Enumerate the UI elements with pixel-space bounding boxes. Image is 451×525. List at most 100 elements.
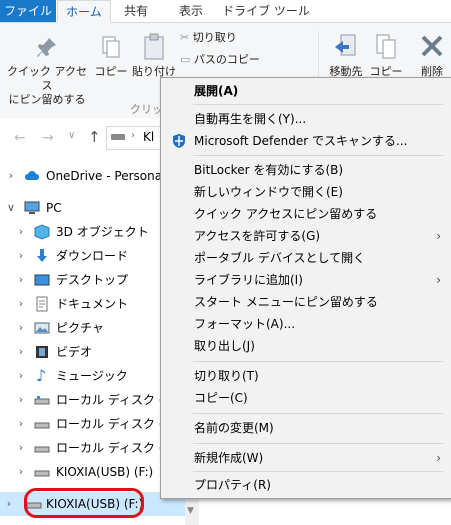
context-menu: 展開(A) 自動再生を開く(Y)... Microsoft Defender で… (160, 77, 451, 499)
menu-item-give-access[interactable]: アクセスを許可する(G) › (161, 225, 451, 247)
tab-home[interactable]: ホーム (57, 0, 111, 24)
submenu-arrow-icon: › (436, 273, 441, 287)
nav-item-videos[interactable]: › ビデオ (0, 340, 185, 364)
drive-icon (34, 446, 50, 453)
nav-item-kioxia-usb[interactable]: › KIOXIA(USB) (F:) (0, 460, 185, 484)
expand-chevron-icon[interactable]: › (16, 220, 26, 244)
expand-chevron-icon[interactable]: › (16, 268, 26, 292)
expand-chevron-icon[interactable]: › (6, 164, 16, 188)
menu-item-label: コピー(C) (194, 391, 248, 405)
nav-item-pictures[interactable]: › ピクチャ (0, 316, 185, 340)
tab-file[interactable]: ファイル (0, 0, 56, 22)
menu-item-bitlocker[interactable]: BitLocker を有効にする(B) (161, 159, 451, 181)
nav-item-onedrive[interactable]: › OneDrive - Personal (0, 164, 185, 188)
ribbon-tab-bar: ファイル ホーム 共有 表示 ドライブ ツール (0, 0, 451, 24)
menu-item-pin-start[interactable]: スタート メニューにピン留めする (161, 291, 451, 313)
nav-item-3d-objects[interactable]: › 3D オブジェクト (0, 220, 185, 244)
menu-item-format[interactable]: フォーマット(A)... (161, 313, 451, 335)
menu-item-defender-scan[interactable]: Microsoft Defender でスキャンする... (161, 130, 451, 152)
menu-item-properties[interactable]: プロパティ(R) (161, 474, 451, 496)
nav-item-local-disk-e[interactable]: › ローカル ディスク (E:) (0, 436, 185, 460)
pin-quick-access-button[interactable]: クイック アクセス にピン留めする (4, 35, 90, 107)
menu-item-rename[interactable]: 名前の変更(M) (161, 417, 451, 439)
download-icon (37, 249, 47, 262)
nav-label: ビデオ (56, 345, 93, 359)
nav-item-local-disk-d[interactable]: › ローカル ディスク (D:) (0, 412, 185, 436)
expand-chevron-icon[interactable]: › (16, 388, 26, 412)
menu-item-open-new-window[interactable]: 新しいウィンドウで開く(E) (161, 181, 451, 203)
menu-item-label: BitLocker を有効にする(B) (194, 163, 344, 177)
clipboard-icon (144, 33, 164, 60)
menu-item-label: 展開(A) (194, 84, 239, 98)
move-to-button[interactable]: 移動先 (326, 33, 366, 79)
videos-icon (36, 346, 48, 358)
pin-icon (37, 38, 56, 57)
nav-label: PC (46, 201, 62, 215)
delete-button[interactable]: 削除 (414, 33, 450, 79)
nav-item-music[interactable]: › ♪ ミュージック (0, 364, 185, 388)
pc-icon (24, 201, 40, 214)
menu-item-label: 名前の変更(M) (194, 421, 274, 435)
nav-item-documents[interactable]: › ドキュメント (0, 292, 185, 316)
menu-separator (193, 443, 443, 444)
menu-item-label: アクセスを許可する(G) (194, 229, 321, 243)
nav-label: ピクチャ (56, 321, 104, 335)
nav-item-pc[interactable]: ∨ PC (0, 196, 185, 220)
menu-item-autoplay[interactable]: 自動再生を開く(Y)... (161, 108, 451, 130)
menu-item-cut[interactable]: 切り取り(T) (161, 365, 451, 387)
nav-label: デスクトップ (56, 273, 129, 287)
nav-item-local-disk-c[interactable]: › ローカル ディスク (C:) (0, 388, 185, 412)
menu-item-pin-quick-access[interactable]: クイック アクセスにピン留めする (161, 203, 451, 225)
desktop-icon (34, 274, 50, 286)
delete-x-icon (421, 35, 443, 57)
nav-item-desktop[interactable]: › デスクトップ (0, 268, 185, 292)
expand-chevron-icon[interactable]: › (16, 340, 26, 364)
expand-chevron-icon[interactable]: › (16, 436, 26, 460)
breadcrumb-current[interactable]: Kl (143, 130, 154, 144)
cut-button[interactable]: ✂ 切り取り (180, 31, 237, 45)
menu-item-add-library[interactable]: ライブラリに追加(I) › (161, 269, 451, 291)
menu-item-label: フォーマット(A)... (194, 317, 296, 331)
submenu-arrow-icon: › (436, 451, 441, 465)
expand-chevron-icon[interactable]: › (16, 292, 26, 316)
menu-item-label: ライブラリに追加(I) (194, 273, 303, 287)
menu-separator (193, 104, 443, 105)
scroll-down-icon[interactable]: ▼ (187, 506, 194, 516)
menu-item-copy[interactable]: コピー(C) (161, 387, 451, 409)
pin-label-1: クイック アクセス (7, 65, 87, 92)
menu-item-label: 自動再生を開く(Y)... (194, 112, 307, 126)
address-field[interactable]: › Kl (106, 126, 167, 150)
expand-chevron-icon[interactable]: › (16, 412, 26, 436)
collapse-chevron-icon[interactable]: ∨ (6, 196, 16, 220)
expand-chevron-icon[interactable]: › (4, 492, 14, 516)
nav-label: ダウンロード (56, 249, 129, 263)
tab-view[interactable]: 表示 (163, 0, 219, 22)
expand-chevron-icon[interactable]: › (16, 316, 26, 340)
recent-locations-chevron-icon[interactable]: ∨ (68, 130, 75, 141)
expand-chevron-icon[interactable]: › (16, 244, 26, 268)
tab-share[interactable]: 共有 (113, 0, 159, 22)
up-arrow-icon[interactable]: ↑ (88, 128, 101, 146)
back-arrow-icon[interactable]: ← (14, 130, 26, 146)
menu-item-expand[interactable]: 展開(A) (161, 80, 451, 102)
submenu-arrow-icon: › (436, 229, 441, 243)
copy-button[interactable]: コピー (92, 35, 130, 79)
forward-arrow-icon[interactable]: → (42, 130, 54, 146)
copy-to-icon (376, 34, 396, 59)
menu-item-label: スタート メニューにピン留めする (194, 295, 378, 309)
menu-item-label: クイック アクセスにピン留めする (194, 207, 378, 221)
expand-chevron-icon[interactable]: › (16, 460, 26, 484)
menu-item-open-portable[interactable]: ポータブル デバイスとして開く (161, 247, 451, 269)
scissors-icon: ✂ (180, 31, 190, 44)
menu-item-eject[interactable]: 取り出し(J) (161, 335, 451, 357)
breadcrumb-chevron-icon[interactable]: › (131, 130, 135, 141)
paste-button[interactable]: 貼り付け (130, 33, 178, 79)
menu-item-label: ポータブル デバイスとして開く (194, 251, 366, 265)
tab-drive-tools[interactable]: ドライブ ツール (222, 0, 310, 22)
nav-item-downloads[interactable]: › ダウンロード (0, 244, 185, 268)
menu-item-label: Microsoft Defender でスキャンする... (194, 134, 408, 148)
nav-label: 3D オブジェクト (56, 225, 149, 239)
copy-path-button[interactable]: ▭ パスのコピー (180, 53, 260, 67)
expand-chevron-icon[interactable]: › (16, 364, 26, 388)
menu-item-new[interactable]: 新規作成(W) › (161, 447, 451, 469)
